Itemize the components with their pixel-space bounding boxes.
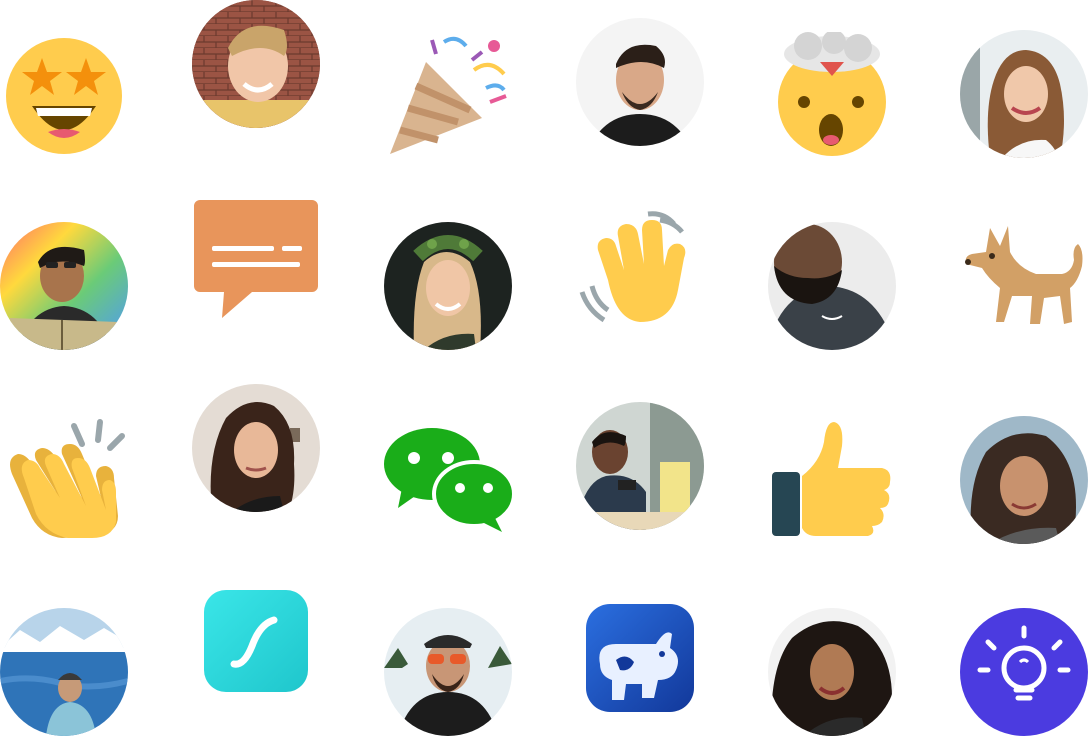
exploding-head-emoji-icon [774, 32, 904, 162]
avatar-photo-man-with-book [0, 222, 130, 352]
curve-app-icon [204, 590, 334, 720]
waving-hand-emoji-icon [578, 210, 708, 340]
avatar-photo-woman-dark-hair [192, 384, 322, 514]
avatar-photo-young-man-smiling [192, 0, 322, 130]
avatar-photo-man-dark-hoodie [576, 18, 706, 148]
star-struck-emoji-icon [4, 36, 134, 166]
wechat-logo-icon [384, 428, 514, 558]
clapping-hands-emoji-icon [2, 414, 132, 544]
avatar-photo-man-with-phone [576, 402, 706, 532]
thumbs-up-emoji-icon [772, 420, 902, 550]
party-popper-icon [386, 30, 516, 160]
avatar-photo-bearded-man [768, 222, 898, 352]
lightbulb-icon [960, 608, 1088, 738]
avatar-photo-man-by-lake [0, 608, 130, 738]
cow-app-icon [586, 604, 716, 734]
avatar-photo-woman-curly-hair [960, 416, 1088, 546]
dog-emoji-icon [960, 222, 1088, 352]
chat-bubble-icon [192, 200, 322, 330]
avatar-photo-woman-curly-hair-smiling [768, 608, 898, 738]
avatar-photo-woman-long-hair [960, 30, 1088, 160]
avatar-photo-woman-flower-crown [384, 222, 514, 352]
avatar-photo-man-sunglasses-snow [384, 608, 514, 738]
icon-avatar-grid [0, 0, 1088, 736]
